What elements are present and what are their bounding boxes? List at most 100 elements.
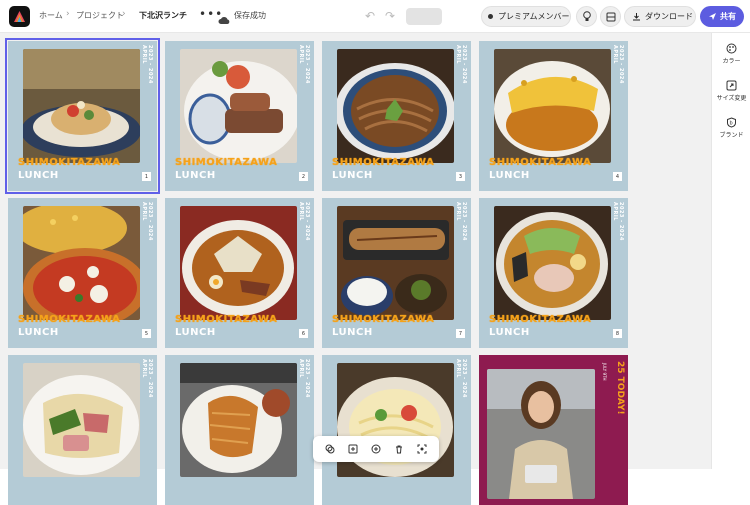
trash-icon	[395, 445, 402, 454]
card-side-text: 2023 - 2024 APRIL	[141, 45, 153, 84]
card-title: 25 TODAY!	[615, 361, 625, 415]
rail-item-resize[interactable]: サイズ変更	[712, 80, 750, 102]
download-label: ダウンロード	[645, 12, 693, 21]
card-side-text: 2023 - 2024 APRIL	[612, 202, 624, 241]
right-tool-rail: カラー サイズ変更 b ブランド	[711, 33, 750, 469]
page-action-toolbar	[313, 436, 439, 462]
page-card-6[interactable]: 2023 - 2024 APRIL SHIMOKITAZAWA LUNCH 6	[165, 198, 314, 348]
page-number: 5	[142, 329, 151, 338]
premium-dot-icon	[488, 14, 493, 19]
duplicate-page-button[interactable]	[322, 441, 338, 457]
add-page-button[interactable]	[345, 441, 361, 457]
card-side-text: 2023 - 2024 APRIL	[455, 45, 467, 84]
card-side-text: JULY 9TH	[602, 363, 607, 381]
grid-icon	[606, 12, 615, 21]
page-number: 6	[299, 329, 308, 338]
top-bar: ホーム › プロジェクト › 下北沢ランチ ••• 保存成功 ↶ ↷ プレミアム…	[0, 0, 750, 33]
save-status: 保存成功	[234, 11, 266, 20]
food-photo-pasta	[23, 363, 140, 477]
page-card-9[interactable]: 2023 - 2024 APRIL	[8, 355, 157, 505]
page-number: 1	[142, 172, 151, 181]
lightbulb-icon	[582, 11, 591, 21]
card-side-text: 2023 - 2024 APRIL	[612, 45, 624, 84]
redo-icon[interactable]: ↷	[385, 9, 395, 23]
page-card-10[interactable]: 2023 - 2024 APRIL	[165, 355, 314, 505]
cloud-saved-icon	[218, 10, 230, 29]
card-side-text: 2023 - 2024 APRIL	[141, 202, 153, 241]
copy-page-button[interactable]	[368, 441, 384, 457]
zoom-control[interactable]	[406, 8, 442, 25]
add-page-icon	[348, 444, 358, 454]
resize-icon	[726, 80, 737, 91]
food-photo-ramen	[180, 206, 297, 320]
breadcrumb-separator-icon: ›	[122, 9, 126, 19]
pages-grid-button[interactable]	[600, 6, 621, 27]
copy-icon	[371, 444, 381, 454]
page-number: 3	[456, 172, 465, 181]
card-side-text: 2023 - 2024 APRIL	[298, 359, 310, 398]
food-photo-ramen-chashu	[494, 206, 611, 320]
app-logo-icon	[14, 11, 25, 22]
card-subtitle: LUNCH	[175, 170, 216, 181]
card-subtitle: LUNCH	[489, 327, 530, 338]
breadcrumb-separator-icon: ›	[66, 9, 70, 19]
food-photo-pizza	[23, 206, 140, 320]
select-page-button[interactable]	[414, 441, 430, 457]
card-subtitle: LUNCH	[18, 327, 59, 338]
page-card-2[interactable]: 2023 - 2024 APRIL SHIMOKITAZAWA LUNCH 2	[165, 41, 314, 191]
portrait-photo-woman	[487, 369, 595, 499]
breadcrumb-projects[interactable]: プロジェクト	[76, 10, 124, 21]
download-icon	[633, 13, 640, 21]
rail-item-brand[interactable]: b ブランド	[712, 117, 750, 139]
breadcrumb-home[interactable]: ホーム	[39, 10, 63, 21]
duplicate-icon	[325, 444, 335, 454]
card-title: SHIMOKITAZAWA	[175, 314, 278, 325]
undo-icon[interactable]: ↶	[365, 9, 375, 23]
card-title: SHIMOKITAZAWA	[18, 157, 121, 168]
rail-label-color: カラー	[722, 58, 741, 65]
card-title: SHIMOKITAZAWA	[489, 314, 592, 325]
page-card-4[interactable]: 2023 - 2024 APRIL SHIMOKITAZAWA LUNCH 4	[479, 41, 628, 191]
page-card-3[interactable]: 2023 - 2024 APRIL SHIMOKITAZAWA LUNCH 3	[322, 41, 471, 191]
app-logo[interactable]	[9, 6, 30, 27]
food-photo-salad-plate	[23, 49, 140, 163]
page-card-8[interactable]: 2023 - 2024 APRIL SHIMOKITAZAWA LUNCH 8	[479, 198, 628, 348]
rail-label-resize: サイズ変更	[716, 95, 747, 102]
page-number: 7	[456, 329, 465, 338]
premium-member-button[interactable]: プレミアムメンバー	[481, 6, 571, 27]
lightbulb-button[interactable]	[576, 6, 597, 27]
premium-member-label: プレミアムメンバー	[498, 12, 570, 21]
food-photo-soba-bowl	[337, 49, 454, 163]
card-title: SHIMOKITAZAWA	[332, 157, 435, 168]
rail-label-brand: ブランド	[719, 132, 744, 139]
page-card-7[interactable]: 2023 - 2024 APRIL SHIMOKITAZAWA LUNCH 7	[322, 198, 471, 348]
card-title: SHIMOKITAZAWA	[175, 157, 278, 168]
card-title: SHIMOKITAZAWA	[332, 314, 435, 325]
card-side-text: 2023 - 2024 APRIL	[455, 359, 467, 398]
send-icon	[709, 13, 716, 20]
palette-icon	[726, 43, 737, 54]
share-label: 共有	[720, 12, 736, 21]
page-card-1[interactable]: 2023 - 2024 APRIL SHIMOKITAZAWA LUNCH 1	[5, 38, 160, 194]
card-title: SHIMOKITAZAWA	[489, 157, 592, 168]
card-side-text: 2023 - 2024 APRIL	[141, 359, 153, 398]
card-subtitle: LUNCH	[489, 170, 530, 181]
card-title: SHIMOKITAZAWA	[18, 314, 121, 325]
page-number: 2	[299, 172, 308, 181]
page-number: 4	[613, 172, 622, 181]
card-side-text: 2023 - 2024 APRIL	[455, 202, 467, 241]
page-card-5[interactable]: 2023 - 2024 APRIL SHIMOKITAZAWA LUNCH 5	[8, 198, 157, 348]
svg-text:b: b	[730, 121, 733, 127]
download-button[interactable]: ダウンロード	[624, 6, 696, 27]
project-title[interactable]: 下北沢ランチ	[139, 10, 187, 21]
card-subtitle: LUNCH	[18, 170, 59, 181]
food-photo-grilled-fish-set	[337, 206, 454, 320]
share-button[interactable]: 共有	[700, 6, 744, 27]
page-card-11[interactable]: 2023 - 2024 APRIL	[322, 355, 471, 505]
rail-item-color[interactable]: カラー	[712, 43, 750, 65]
food-photo-steak-plate	[180, 49, 297, 163]
delete-page-button[interactable]	[391, 441, 407, 457]
page-card-12[interactable]: JULY 9TH 25 TODAY!	[479, 355, 628, 505]
brand-icon: b	[727, 117, 736, 128]
card-side-text: 2023 - 2024 APRIL	[298, 202, 310, 241]
